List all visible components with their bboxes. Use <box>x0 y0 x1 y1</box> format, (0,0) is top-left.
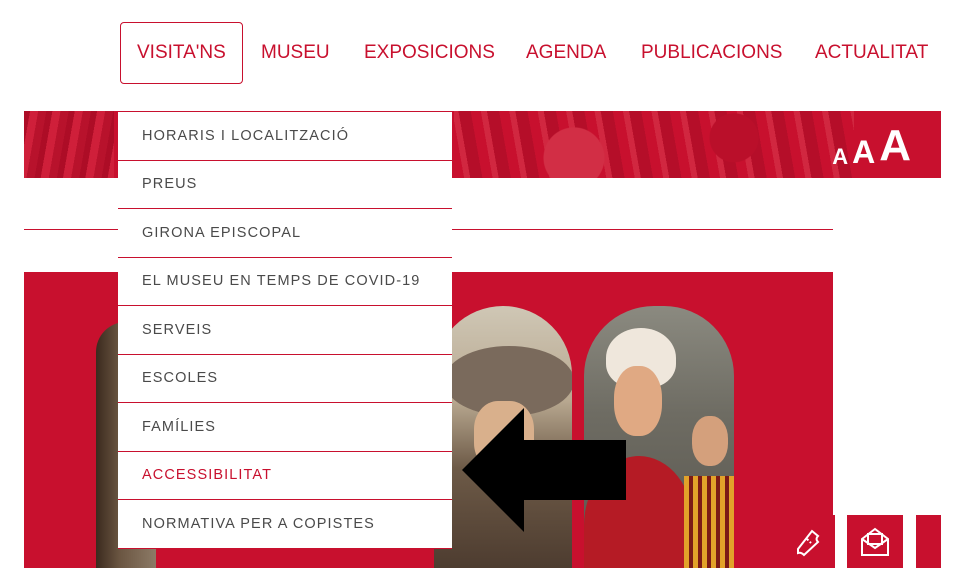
font-size-controls: A A A <box>832 124 911 169</box>
newsletter-button[interactable] <box>847 515 903 568</box>
hero-dress-shape <box>684 476 734 568</box>
menu-item-normativa-copistes[interactable]: NORMATIVA PER A COPISTES <box>118 500 452 549</box>
nav-publicacions[interactable]: PUBLICACIONS <box>641 22 782 84</box>
nav-exposicions[interactable]: EXPOSICIONS <box>364 22 495 84</box>
arrow-left-icon <box>462 408 626 532</box>
menu-item-families[interactable]: FAMÍLIES <box>118 403 452 452</box>
visitans-dropdown-menu: HORARIS I LOCALITZACIÓ PREUS GIRONA EPIS… <box>118 111 452 549</box>
menu-item-covid[interactable]: EL MUSEU EN TEMPS DE COVID-19 <box>118 258 452 306</box>
menu-item-girona-episcopal[interactable]: GIRONA EPISCOPAL <box>118 209 452 258</box>
more-button[interactable] <box>916 515 941 568</box>
main-navigation: VISITA'NS MUSEU EXPOSICIONS AGENDA PUBLI… <box>120 22 928 84</box>
newsletter-icon <box>861 527 889 556</box>
font-size-small-button[interactable]: A <box>832 146 848 168</box>
menu-item-accessibilitat[interactable]: ACCESSIBILITAT <box>118 452 452 500</box>
nav-actualitat[interactable]: ACTUALITAT <box>815 22 928 84</box>
banner-texture-right <box>454 111 854 178</box>
font-size-large-button[interactable]: A <box>879 124 911 168</box>
nav-agenda[interactable]: AGENDA <box>526 22 606 84</box>
font-size-medium-button[interactable]: A <box>852 136 875 168</box>
hero-face-woman <box>692 416 728 466</box>
ticket-icon <box>797 529 820 556</box>
banner-texture-left <box>24 111 114 178</box>
menu-item-horaris[interactable]: HORARIS I LOCALITZACIÓ <box>118 112 452 161</box>
nav-visitans[interactable]: VISITA'NS <box>120 22 243 84</box>
menu-item-escoles[interactable]: ESCOLES <box>118 355 452 403</box>
menu-item-preus[interactable]: PREUS <box>118 161 452 209</box>
menu-item-serveis[interactable]: SERVEIS <box>118 306 452 355</box>
ticket-button[interactable] <box>779 515 835 568</box>
nav-museu[interactable]: MUSEU <box>261 22 330 84</box>
